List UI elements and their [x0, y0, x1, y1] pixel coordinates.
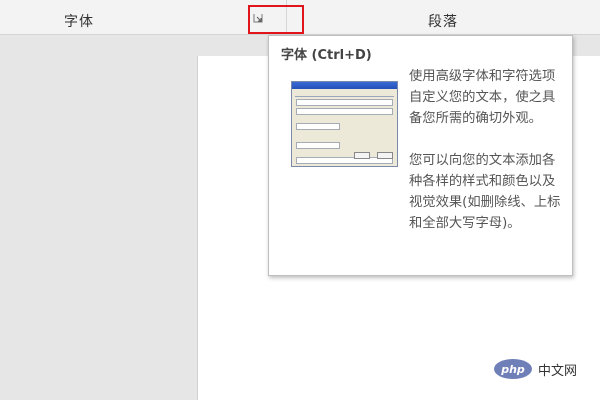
font-group-label: 字体 [64, 14, 94, 30]
preview-field [296, 142, 340, 149]
preview-titlebar [292, 82, 397, 89]
launcher-highlight-box [248, 5, 304, 34]
watermark: php 中文网 [494, 357, 577, 381]
tooltip-description: 使用高级字体和字符选项自定义您的文本，使之具备您所需的确切外观。 您可以向您的文… [409, 66, 567, 234]
preview-field [296, 99, 393, 106]
php-logo: php [494, 359, 532, 379]
preview-button [377, 152, 393, 159]
tooltip-description-1: 使用高级字体和字符选项自定义您的文本，使之具备您所需的确切外观。 [409, 69, 556, 126]
preview-field [296, 108, 393, 115]
preview-tabs [295, 91, 394, 97]
tooltip-description-2: 您可以向您的文本添加各种各样的样式和颜色以及视觉效果(如删除线、上标和全部大写字… [409, 153, 561, 231]
preview-buttons [352, 144, 393, 163]
font-tooltip: 字体 (Ctrl+D) 使用高级字体和字符选项自定义您的文本，使之具备您所需的确… [268, 35, 573, 276]
watermark-text: 中文网 [538, 363, 578, 379]
preview-field [296, 123, 340, 130]
tooltip-title: 字体 (Ctrl+D) [281, 48, 372, 63]
paragraph-group-label: 段落 [428, 14, 458, 30]
font-dialog-preview-image [291, 81, 398, 167]
preview-button [353, 152, 370, 159]
preview-field [296, 166, 393, 167]
